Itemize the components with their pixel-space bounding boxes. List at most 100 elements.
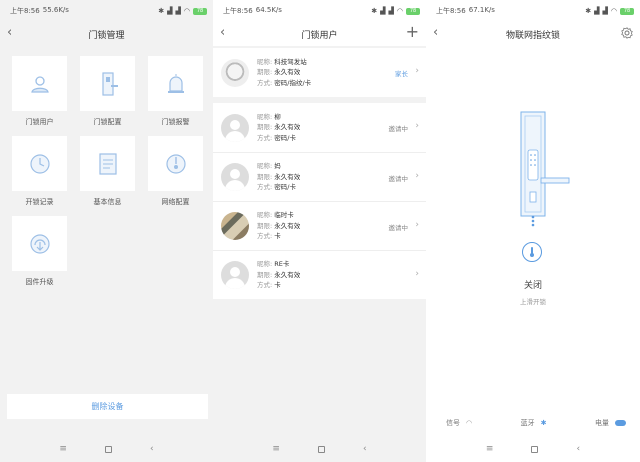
user-method: 密码/卡 bbox=[274, 183, 296, 192]
field-key: 期限: bbox=[257, 123, 273, 132]
chevron-right-icon: › bbox=[415, 171, 419, 181]
field-key: 期限: bbox=[257, 172, 273, 181]
field-key: 昵称: bbox=[257, 260, 273, 269]
user-method: 密码/指纹/卡 bbox=[274, 78, 312, 87]
user-period: 永久有效 bbox=[274, 172, 301, 181]
delete-device-button[interactable]: 删除设备 bbox=[7, 394, 208, 419]
back-nav-icon[interactable]: ‹ bbox=[363, 444, 367, 454]
home-icon[interactable] bbox=[531, 445, 539, 453]
user-row[interactable]: 昵称: 柳 期限: 永久有效 方式: 密码/卡 邀请中 › bbox=[213, 103, 426, 152]
signal-icon: ▟ bbox=[602, 7, 608, 15]
alarm-icon bbox=[167, 73, 184, 93]
tile-lock-alarm[interactable]: 门锁报警 bbox=[148, 56, 203, 136]
avatar bbox=[221, 58, 249, 87]
bluetooth-icon: ✱ bbox=[371, 7, 378, 15]
tile-firmware-upgrade[interactable]: 固件升级 bbox=[12, 216, 67, 296]
user-period: 永久有效 bbox=[274, 270, 301, 279]
feature-grid: 门锁用户 门锁配置 门锁报警 开锁记录 基本信息 网络配置 固件升级 bbox=[12, 56, 207, 296]
unlock-slider-handle[interactable] bbox=[522, 242, 542, 262]
bluetooth-icon: ✱ bbox=[585, 7, 592, 15]
status-badge: 家长 bbox=[395, 70, 408, 78]
status-bar: 上午8:56 67.1K/s ✱ ▟ ▟ ◠ 78 bbox=[426, 0, 640, 22]
tile-label: 门锁报警 bbox=[161, 118, 190, 126]
wifi-icon: ◠ bbox=[396, 7, 403, 15]
user-row[interactable]: 昵称: 科技驾发站 期限: 永久有效 方式: 密码/指纹/卡 家长 › bbox=[213, 48, 426, 97]
status-speed: 64.5K/s bbox=[255, 6, 282, 14]
tile-lock-users[interactable]: 门锁用户 bbox=[12, 56, 67, 136]
tile-unlock-records[interactable]: 开锁记录 bbox=[12, 136, 67, 216]
back-nav-icon[interactable]: ‹ bbox=[150, 444, 154, 454]
user-row[interactable]: 昵称: 临时卡 期限: 永久有效 方式: 卡 邀请中 › bbox=[213, 201, 426, 250]
user-row[interactable]: 昵称: 妈 期限: 永久有效 方式: 密码/卡 邀请中 › bbox=[213, 152, 426, 201]
field-key: 方式: bbox=[257, 281, 273, 290]
stat-label: 信号 bbox=[446, 419, 460, 427]
network-icon bbox=[165, 153, 186, 174]
user-nick: 妈 bbox=[274, 162, 281, 171]
user-nick: RE卡 bbox=[274, 260, 290, 269]
status-bar: 上午8:56 55.6K/s ✱ ▟ ▟ ◠ 78 bbox=[0, 0, 213, 22]
back-icon[interactable]: ‹ bbox=[7, 25, 12, 41]
menu-icon[interactable]: ≡ bbox=[59, 444, 67, 454]
tile-basic-info[interactable]: 基本信息 bbox=[80, 136, 135, 216]
tile-label: 开锁记录 bbox=[25, 198, 54, 206]
user-period: 永久有效 bbox=[274, 221, 301, 230]
avatar bbox=[221, 163, 249, 191]
status-time: 上午8:56 bbox=[10, 7, 40, 15]
gear-icon[interactable] bbox=[621, 27, 633, 39]
menu-icon[interactable]: ≡ bbox=[486, 444, 494, 454]
field-key: 昵称: bbox=[257, 162, 273, 171]
status-speed: 55.6K/s bbox=[42, 6, 69, 14]
signal-icon: ▟ bbox=[167, 7, 173, 15]
tile-label: 固件升级 bbox=[25, 278, 54, 286]
user-list: 昵称: 科技驾发站 期限: 永久有效 方式: 密码/指纹/卡 家长 › 昵称: … bbox=[213, 48, 426, 299]
tile-lock-config[interactable]: 门锁配置 bbox=[80, 56, 135, 136]
wifi-icon: ◠ bbox=[610, 7, 617, 15]
screen-lock-users: 上午8:56 64.5K/s ✱ ▟ ▟ ◠ 78 ‹ 门锁用户 + 昵称: 科… bbox=[213, 0, 426, 462]
field-key: 方式: bbox=[257, 183, 273, 192]
avatar bbox=[221, 212, 249, 240]
system-nav-bar: ≡ ‹ bbox=[213, 436, 426, 462]
field-key: 昵称: bbox=[257, 112, 273, 121]
user-nick: 科技驾发站 bbox=[274, 57, 307, 66]
chevron-right-icon: › bbox=[415, 66, 419, 76]
field-key: 方式: bbox=[257, 232, 273, 241]
status-speed: 67.1K/s bbox=[468, 6, 495, 14]
stat-label: 电量 bbox=[594, 419, 609, 427]
status-badge: 邀请中 bbox=[388, 125, 409, 133]
menu-icon[interactable]: ≡ bbox=[272, 444, 280, 454]
tile-label: 门锁用户 bbox=[25, 118, 54, 126]
title-bar: ‹ 门锁管理 bbox=[0, 22, 213, 46]
status-badge: 邀请中 bbox=[388, 175, 409, 183]
device-stats: 信号 ◠ 蓝牙 ✱ 电量 bbox=[426, 418, 640, 428]
field-key: 期限: bbox=[257, 270, 273, 279]
stat-label: 蓝牙 bbox=[520, 419, 535, 427]
wifi-icon: ◠ bbox=[183, 7, 190, 15]
page-title: 物联网指纹锁 bbox=[505, 30, 560, 41]
unlock-hint: 上滑开锁 bbox=[520, 298, 546, 306]
screen-lock-detail: 上午8:56 67.1K/s ✱ ▟ ▟ ◠ 78 ‹ 物联网指纹锁 关闭 上滑… bbox=[426, 0, 640, 462]
bluetooth-icon: ✱ bbox=[540, 419, 547, 427]
wifi-icon: ◠ bbox=[466, 419, 473, 427]
user-row[interactable]: 昵称: RE卡 期限: 永久有效 方式: 卡 › bbox=[213, 250, 426, 299]
stat-signal: 信号 ◠ bbox=[446, 418, 472, 428]
system-nav-bar: ≡ ‹ bbox=[0, 436, 213, 462]
home-icon[interactable] bbox=[317, 445, 325, 453]
battery-icon: 78 bbox=[406, 7, 420, 15]
field-key: 昵称: bbox=[257, 57, 273, 66]
system-nav-bar: ≡ ‹ bbox=[426, 436, 640, 462]
lock-illustration bbox=[520, 111, 570, 227]
chevron-right-icon: › bbox=[415, 220, 419, 230]
tile-network-config[interactable]: 网络配置 bbox=[148, 136, 203, 216]
avatar bbox=[221, 261, 249, 289]
back-nav-icon[interactable]: ‹ bbox=[576, 444, 580, 454]
chevron-right-icon: › bbox=[415, 269, 419, 279]
chevron-right-icon: › bbox=[415, 121, 419, 131]
back-icon[interactable]: ‹ bbox=[220, 25, 225, 41]
page-title: 门锁管理 bbox=[88, 30, 125, 41]
plus-icon[interactable]: + bbox=[406, 23, 419, 41]
home-icon[interactable] bbox=[104, 445, 112, 453]
back-icon[interactable]: ‹ bbox=[433, 25, 438, 41]
signal-icon: ▟ bbox=[380, 7, 386, 15]
user-method: 密码/卡 bbox=[274, 133, 296, 142]
field-key: 方式: bbox=[257, 78, 273, 87]
